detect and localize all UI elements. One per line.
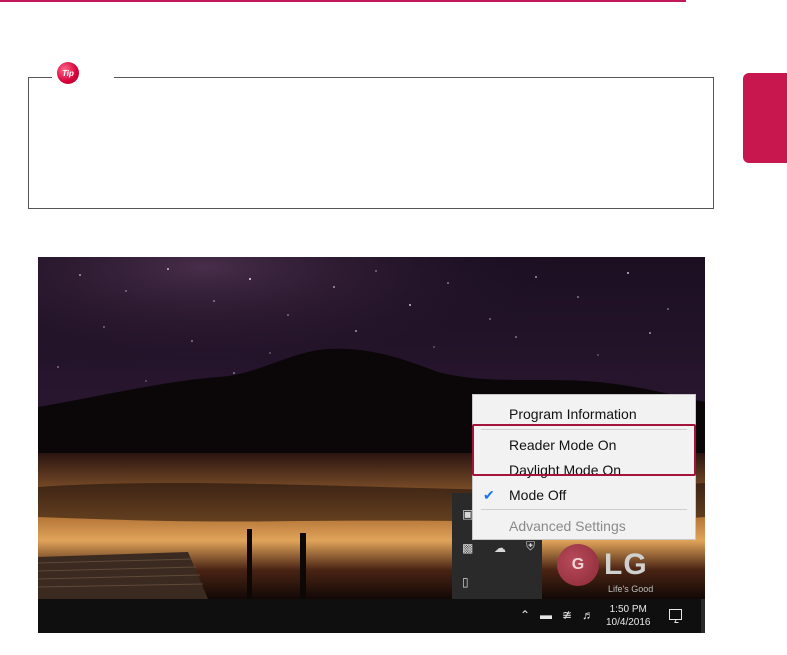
chevron-up-icon[interactable]: ⌃ [520,608,530,622]
menu-item-program-information[interactable]: Program Information [473,402,695,426]
menu-item-advanced-settings: Advanced Settings [509,518,626,534]
lg-logo-mark: G [557,544,599,586]
clock-time: 1:50 PM [609,604,647,615]
lg-logo: G LG Life's Good [557,544,677,598]
highlight-annotation [472,424,696,476]
tip-icon: Tip [57,62,79,84]
lg-logo-text: LG [604,548,648,581]
tip-box [28,77,714,209]
shield-icon[interactable]: ⛨ [526,539,535,554]
volume-icon[interactable]: ♬ [582,608,594,622]
wifi-icon[interactable]: ≇ [562,608,572,622]
clock-date: 10/4/2016 [606,617,651,628]
chapter-tab [743,73,787,163]
header-rule [0,0,686,2]
cloud-icon[interactable]: ☁ [494,541,506,555]
lg-tagline: Life's Good [608,584,654,594]
menu-separator [481,509,687,510]
desktop-screenshot: G LG Life's Good ▣ ▩ ☁ ⛨ ▯ ⌃ ▬ ≇ ♬ 1:50 … [38,257,705,633]
menu-item-mode-off[interactable]: ✔ Mode Off [473,483,695,507]
notification-icon[interactable] [669,609,682,620]
battery-icon[interactable]: ▬ [540,608,552,622]
reader-r-icon[interactable]: ▩ [462,541,473,555]
show-desktop-button[interactable] [701,599,705,633]
usb-icon[interactable]: ▯ [462,575,469,589]
checkmark-icon: ✔ [483,487,495,503]
taskbar-clock[interactable]: 1:50 PM 10/4/2016 [606,603,651,629]
taskbar: ⌃ ▬ ≇ ♬ 1:50 PM 10/4/2016 [38,599,705,633]
